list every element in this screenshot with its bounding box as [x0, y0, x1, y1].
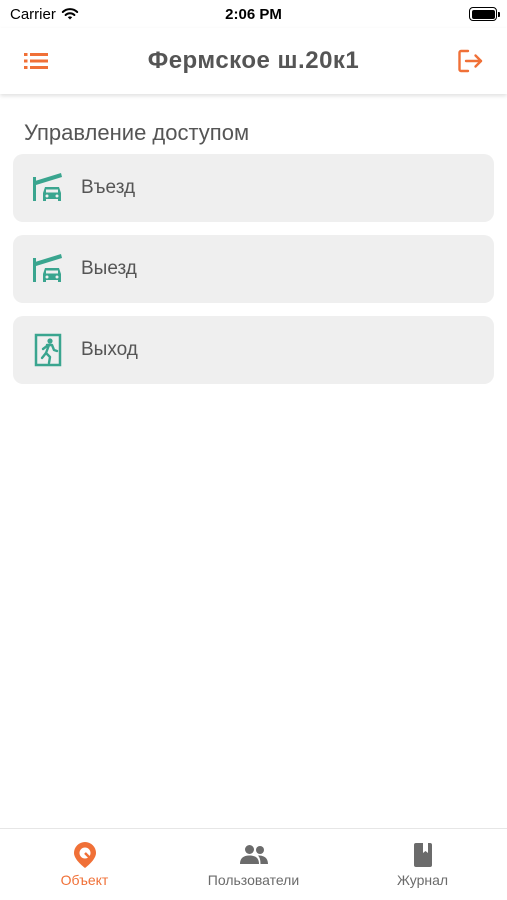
- tab-object[interactable]: Объект: [5, 841, 165, 888]
- battery-icon: [469, 7, 500, 21]
- logout-button[interactable]: [453, 43, 489, 79]
- book-icon: [412, 841, 434, 869]
- barrier-car-icon: [31, 171, 65, 205]
- list-item-exit-vehicle[interactable]: Выезд: [13, 235, 494, 303]
- tab-users[interactable]: Пользователи: [174, 841, 334, 888]
- logout-icon: [458, 49, 483, 73]
- barrier-car-icon: [31, 252, 65, 286]
- status-bar: Carrier 2:06 PM: [0, 0, 507, 28]
- list-item-label: Выезд: [81, 258, 137, 279]
- tab-label: Пользователи: [207, 872, 300, 888]
- list-item-label: Выход: [81, 339, 138, 360]
- location-pin-icon: [72, 841, 98, 869]
- list-item-label: Въезд: [81, 177, 136, 198]
- list-item-entry[interactable]: Въезд: [13, 154, 494, 222]
- wifi-icon: [61, 8, 79, 20]
- app-screen: Carrier 2:06 PM Фермское ш.20к1 Управлен…: [0, 0, 507, 900]
- tab-journal[interactable]: Журнал: [343, 841, 503, 888]
- list-icon: [24, 53, 48, 69]
- menu-button[interactable]: [18, 43, 54, 79]
- nav-bar: Фермское ш.20к1: [0, 28, 507, 94]
- section-title: Управление доступом: [24, 120, 250, 145]
- tab-label: Журнал: [396, 872, 449, 888]
- main-content: Управление доступом Въезд Выезд Выход: [0, 94, 507, 397]
- status-left: Carrier: [10, 6, 79, 23]
- list-item-exit-pedestrian[interactable]: Выход: [13, 316, 494, 384]
- exit-door-icon: [31, 333, 65, 367]
- access-list: Въезд Выезд Выход: [0, 148, 507, 384]
- carrier-label: Carrier: [10, 5, 56, 23]
- people-icon: [239, 841, 269, 869]
- tab-bar: Объект Пользователи Журнал: [0, 828, 507, 900]
- tab-label: Объект: [60, 872, 109, 888]
- page-title: Фермское ш.20к1: [147, 47, 360, 74]
